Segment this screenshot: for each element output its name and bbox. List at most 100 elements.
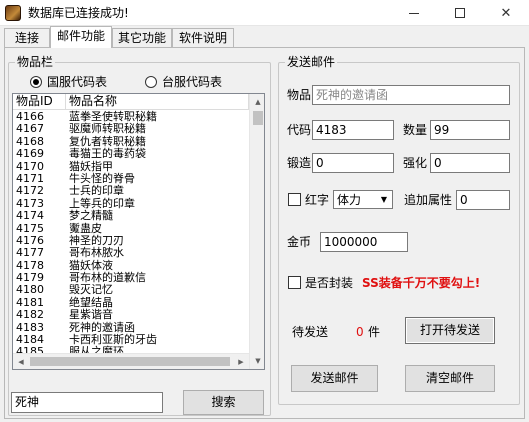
item-id-cell: 4173 (16, 196, 44, 210)
send-mail-button[interactable]: 发送邮件 (291, 365, 378, 392)
search-button[interactable]: 搜索 (183, 390, 264, 415)
extra-attr-field[interactable]: 0 (456, 190, 510, 210)
item-id-cell: 4182 (16, 308, 44, 322)
forge-field[interactable]: 0 (312, 153, 394, 173)
item-name-field[interactable]: 死神的邀请函 (312, 85, 510, 105)
clear-mail-button[interactable]: 清空邮件 (405, 365, 495, 392)
list-item[interactable]: 4177 哥布林脓水 (13, 247, 249, 259)
radio-national-label: 国服代码表 (47, 75, 108, 89)
enhance-label: 强化 (403, 156, 428, 170)
item-id-cell: 4177 (16, 246, 44, 260)
item-id-cell: 4168 (16, 134, 44, 148)
tab-mail[interactable]: 邮件功能 (50, 26, 112, 48)
forge-label: 锻造 (287, 156, 312, 170)
seal-checkbox[interactable] (288, 276, 301, 289)
item-id-cell: 4167 (16, 122, 44, 136)
item-id-cell: 4166 (16, 110, 44, 123)
code-field[interactable]: 4183 (312, 120, 394, 140)
item-label: 物品 (287, 88, 312, 102)
scroll-down-icon[interactable]: ▼ (250, 353, 264, 369)
minimize-icon (409, 12, 419, 14)
maximize-button[interactable] (437, 0, 483, 26)
item-list[interactable]: 物品ID 物品名称 4166 蓝拳圣使转职秘籍 4167 驱魔师转职秘籍 4168 复仇者… (12, 93, 265, 370)
item-name-cell: 上等兵的印章 (69, 196, 135, 210)
code-label: 代码 (287, 123, 312, 137)
scroll-left-icon[interactable]: ◀ (13, 354, 29, 369)
window-title: 数据库已连接成功! (28, 6, 129, 20)
seal-label: 是否封装 (305, 276, 354, 290)
quantity-label: 数量 (403, 123, 428, 137)
column-header-id[interactable]: 物品ID (13, 94, 66, 110)
radio-taiwan-label: 台服代码表 (162, 75, 223, 89)
extra-attr-label: 追加属性 (404, 193, 453, 207)
tab-connect[interactable]: 连接 (4, 28, 50, 48)
radio-taiwan[interactable]: 台服代码表 (145, 73, 222, 90)
item-id-cell: 4174 (16, 209, 44, 223)
red-text-label: 红字 (305, 193, 330, 207)
gold-label: 金币 (287, 235, 312, 249)
app-icon (5, 5, 21, 21)
list-item[interactable]: 4176 神圣的刀刃 (13, 233, 249, 247)
item-name-cell: 士兵的印章 (69, 184, 124, 198)
attribute-select-value: 体力 (337, 193, 362, 207)
vscroll-thumb[interactable] (253, 111, 263, 125)
chevron-down-icon[interactable]: ▼ (376, 191, 392, 208)
item-list-vscrollbar[interactable]: ▲ ▼ (249, 94, 264, 369)
list-item[interactable]: 4171 牛头怪的脊骨 (13, 171, 249, 185)
item-id-cell: 4184 (16, 333, 44, 347)
item-name-cell: 星紫谐音 (69, 308, 113, 322)
minimize-button[interactable] (391, 0, 437, 26)
item-id-cell: 4180 (16, 283, 44, 297)
item-id-cell: 4176 (16, 233, 44, 247)
radio-national[interactable]: 国服代码表 (30, 73, 107, 90)
close-button[interactable]: ✕ (483, 0, 529, 26)
open-pending-button[interactable]: 打开待发送 (405, 317, 495, 344)
radio-taiwan-indicator (145, 75, 157, 88)
item-id-cell: 4175 (16, 221, 44, 235)
item-id-cell: 4178 (16, 258, 44, 272)
search-input[interactable]: 死神 (11, 392, 163, 413)
item-name-cell: 驱魔师转职秘籍 (69, 122, 146, 136)
pending-count: 0 (356, 325, 364, 339)
enhance-field[interactable]: 0 (430, 153, 510, 173)
mail-groupbox-title: 发送邮件 (285, 55, 338, 69)
item-name-cell: 猫妖指甲 (69, 159, 113, 173)
item-id-cell: 4171 (16, 171, 44, 185)
item-name-cell: 梦之精髓 (69, 209, 113, 223)
scroll-right-icon[interactable]: ▶ (233, 354, 249, 369)
list-item[interactable]: 4173 上等兵的印章 (13, 196, 249, 210)
list-item[interactable]: 4182 星紫谐音 (13, 309, 249, 321)
hscroll-thumb[interactable] (30, 357, 230, 366)
title-bar: 数据库已连接成功! ✕ (0, 0, 529, 26)
scroll-up-icon[interactable]: ▲ (250, 94, 264, 110)
list-item[interactable]: 4175 魙蛊皮 (13, 221, 249, 235)
attribute-select[interactable]: 体力 ▼ (333, 190, 393, 209)
item-name-cell: 猫妖体液 (69, 258, 113, 272)
list-item[interactable]: 4181 绝望结晶 (13, 296, 249, 309)
list-item[interactable]: 4172 士兵的印章 (13, 185, 249, 197)
tab-manual[interactable]: 软件说明 (172, 28, 234, 48)
list-item[interactable]: 4174 梦之精髓 (13, 210, 249, 222)
maximize-icon (455, 8, 465, 18)
list-item[interactable]: 4180 毁灭记忆 (13, 284, 249, 296)
item-list-hscrollbar[interactable]: ◀ ▶ (13, 353, 249, 369)
tab-other[interactable]: 其它功能 (112, 28, 172, 48)
pending-unit: 件 (368, 325, 381, 339)
column-header-name[interactable]: 物品名称 (66, 94, 249, 110)
item-name-cell: 毁灭记忆 (69, 283, 113, 297)
seal-warning: SS装备千万不要勾上! (362, 276, 481, 290)
gold-field[interactable]: 1000000 (320, 232, 408, 252)
item-id-cell: 4170 (16, 159, 44, 173)
quantity-field[interactable]: 99 (430, 120, 510, 140)
close-icon: ✕ (500, 5, 512, 21)
list-item[interactable]: 4184 卡西利亚斯的牙齿 (13, 334, 249, 346)
red-text-checkbox[interactable] (288, 193, 301, 206)
item-name-cell: 死神的邀请函 (69, 320, 135, 334)
item-id-cell: 4183 (16, 320, 44, 334)
item-name-cell: 毒猫王的毒药袋 (69, 147, 146, 161)
list-item[interactable]: 4169 毒猫王的毒药袋 (13, 148, 249, 160)
list-item[interactable]: 4167 驱魔师转职秘籍 (13, 123, 249, 135)
list-item[interactable]: 4179 哥布林的道歉信 (13, 272, 249, 284)
item-name-cell: 哥布林脓水 (69, 246, 124, 260)
item-list-rows: 4166 蓝拳圣使转职秘籍 4167 驱魔师转职秘籍 4168 复仇者转职秘籍 4169 毒猫… (13, 111, 249, 359)
